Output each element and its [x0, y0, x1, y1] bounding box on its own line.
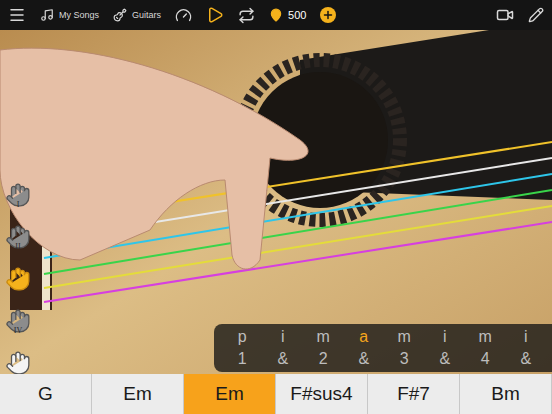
pattern-stroke[interactable]: i [425, 326, 466, 348]
finger-label: II [4, 242, 32, 251]
pattern-stroke[interactable]: i [263, 326, 304, 348]
gauge-icon [175, 7, 192, 24]
pattern-beat: 3 [384, 348, 425, 370]
pattern-beat: & [344, 348, 385, 370]
chord-item[interactable]: G [0, 374, 92, 414]
menu-button[interactable] [8, 6, 26, 24]
play-button[interactable] [206, 6, 224, 24]
hand-icon [5, 350, 31, 374]
pattern-beat: 2 [303, 348, 344, 370]
finger-button[interactable]: IV [4, 306, 32, 336]
pattern-beat: & [506, 348, 547, 370]
pattern-stroke[interactable]: p [222, 326, 263, 348]
chord-item[interactable]: F#7 [368, 374, 460, 414]
video-button[interactable] [496, 6, 514, 24]
coin-count: 500 [288, 9, 306, 21]
pattern-stroke[interactable]: i [506, 326, 547, 348]
play-icon [206, 6, 224, 24]
chord-item[interactable]: Em [92, 374, 184, 414]
tempo-button[interactable] [175, 7, 192, 24]
chord-bar: GEmEmF#sus4F#7Bm [0, 374, 552, 414]
pattern-stroke[interactable]: m [465, 326, 506, 348]
edit-button[interactable] [528, 7, 544, 23]
plus-icon [322, 9, 334, 21]
pattern-beat: & [425, 348, 466, 370]
hand-icon [5, 266, 31, 292]
my-songs-button[interactable]: My Songs [40, 8, 99, 22]
pattern-stroke[interactable]: m [384, 326, 425, 348]
guitars-button[interactable]: Guitars [113, 8, 161, 22]
finger-button[interactable]: I [4, 180, 32, 210]
app: My SongsGuitars500IIIIVpimamimi1&2&3&4&G… [0, 0, 552, 414]
finger-label: IV [4, 326, 32, 335]
finger-button[interactable] [4, 348, 32, 374]
video-icon [496, 6, 514, 24]
chord-item[interactable]: Bm [460, 374, 552, 414]
guitar-stage[interactable]: IIIIVpimamimi1&2&3&4& [0, 30, 552, 374]
toolbar: My Songs Guitars 500 [0, 0, 552, 30]
coin-icon [269, 8, 283, 22]
pattern-panel: pimamimi1&2&3&4& [214, 324, 552, 372]
pattern-beat: 1 [222, 348, 263, 370]
finger-selector: IIIIV [4, 180, 32, 374]
finger-label: I [4, 200, 32, 209]
finger-button[interactable] [4, 264, 32, 294]
buy-coins-button[interactable] [320, 7, 336, 23]
coins: 500 [269, 8, 306, 22]
guitar-illustration [0, 30, 552, 374]
finger-button[interactable]: II [4, 222, 32, 252]
music-note-icon [40, 8, 54, 22]
repeat-icon [238, 7, 255, 24]
hand [0, 48, 308, 269]
guitar-icon [113, 8, 127, 22]
pattern-stroke[interactable]: a [344, 326, 385, 348]
pattern-beat: 4 [465, 348, 506, 370]
chord-item[interactable]: F#sus4 [276, 374, 368, 414]
loop-button[interactable] [238, 7, 255, 24]
pattern-stroke[interactable]: m [303, 326, 344, 348]
chord-item[interactable]: Em [184, 374, 276, 414]
menu-icon [8, 6, 26, 24]
pattern-beat: & [263, 348, 304, 370]
pencil-icon [528, 7, 544, 23]
